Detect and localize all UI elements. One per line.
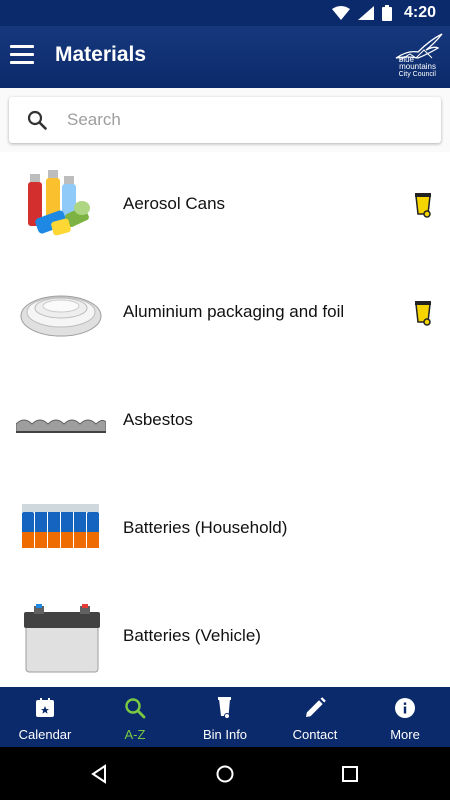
info-icon (395, 698, 415, 718)
nav-contact[interactable]: Contact (270, 687, 360, 747)
asbestos-sheet-thumbnail (16, 419, 106, 433)
recents-icon[interactable] (339, 763, 361, 785)
list-item-label: Batteries (Vehicle) (123, 626, 261, 645)
nav-more[interactable]: More (360, 687, 450, 747)
list-item-label: Aluminium packaging and foil (123, 302, 345, 321)
home-icon[interactable] (214, 763, 236, 785)
nav-calendar[interactable]: Calendar (0, 687, 90, 747)
household-batteries-thumbnail (22, 504, 99, 548)
logo-text-2: mountains (399, 62, 436, 71)
bottom-navigation: Calendar A-Z Bin Info Contact More (0, 687, 450, 747)
nav-label: A-Z (124, 727, 146, 742)
nav-label: Calendar (18, 727, 72, 742)
list-item-label: Asbestos (123, 410, 193, 429)
search-input[interactable] (67, 105, 427, 135)
council-logo: blue mountains City Council (378, 32, 444, 80)
aluminium-foil-thumbnail (20, 295, 102, 337)
yellow-recycling-bin-icon (415, 193, 431, 218)
back-icon[interactable] (89, 763, 111, 785)
vehicle-battery-thumbnail (24, 604, 100, 673)
materials-list[interactable]: Aerosol Cans Aluminium packaging and foi… (0, 152, 450, 687)
search-icon (125, 698, 146, 719)
search-area (0, 88, 450, 152)
nav-label: Contact (292, 727, 338, 742)
list-item-aluminium[interactable]: Aluminium packaging and foil (0, 260, 450, 368)
signal-icon (357, 6, 374, 20)
list-item-label: Aerosol Cans (123, 194, 226, 213)
list-item-batteries-household[interactable]: Batteries (Household) (0, 476, 450, 584)
status-icons: 4:20 (331, 3, 436, 23)
status-time: 4:20 (403, 4, 436, 21)
search-icon (27, 110, 47, 130)
nav-label: More (390, 727, 420, 742)
aerosol-cans-thumbnail (28, 170, 90, 236)
list-item-asbestos[interactable]: Asbestos (0, 368, 450, 476)
page-title: Materials (55, 43, 147, 66)
calendar-icon (36, 698, 54, 717)
menu-button[interactable] (10, 45, 34, 67)
logo-text-3: City Council (398, 71, 436, 78)
search-box[interactable] (9, 97, 441, 143)
status-bar: 4:20 (0, 0, 450, 26)
battery-icon (381, 5, 392, 21)
list-item-aerosol-cans[interactable]: Aerosol Cans (0, 152, 450, 260)
yellow-recycling-bin-icon (415, 301, 431, 326)
wifi-icon (331, 6, 350, 20)
nav-label: Bin Info (202, 727, 248, 742)
menu-icon (10, 45, 34, 48)
nav-bin-info[interactable]: Bin Info (180, 687, 270, 747)
bin-icon (218, 697, 231, 719)
pencil-icon (306, 697, 326, 717)
list-item-label: Batteries (Household) (123, 518, 288, 537)
list-item-batteries-vehicle[interactable]: Batteries (Vehicle) (0, 584, 450, 687)
app-bar: Materials blue mountains City Council (0, 26, 450, 88)
system-navigation-bar (0, 747, 450, 800)
nav-a-z[interactable]: A-Z (90, 687, 180, 747)
